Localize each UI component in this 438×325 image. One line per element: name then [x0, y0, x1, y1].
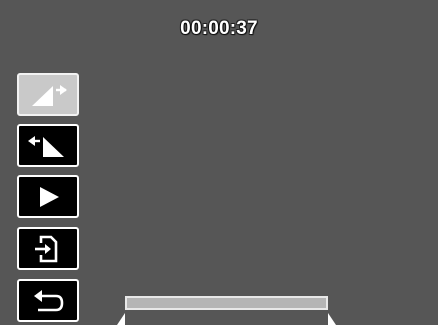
trim-start-marker[interactable] — [117, 313, 125, 325]
trim-start-button[interactable] — [17, 124, 79, 167]
timeline-progress-bar[interactable] — [125, 296, 328, 310]
save-icon — [35, 235, 58, 262]
trim-end-icon — [32, 84, 67, 106]
trim-end-marker[interactable] — [328, 313, 336, 325]
timecode-display: 00:00:37 — [180, 18, 258, 39]
trim-end-button[interactable] — [17, 73, 79, 116]
trim-start-icon — [28, 135, 64, 157]
back-icon — [34, 289, 64, 311]
play-icon — [40, 186, 59, 207]
timeline-progress-fill — [127, 298, 326, 308]
save-button[interactable] — [17, 227, 79, 270]
play-button[interactable] — [17, 175, 79, 218]
back-button[interactable] — [17, 279, 79, 322]
